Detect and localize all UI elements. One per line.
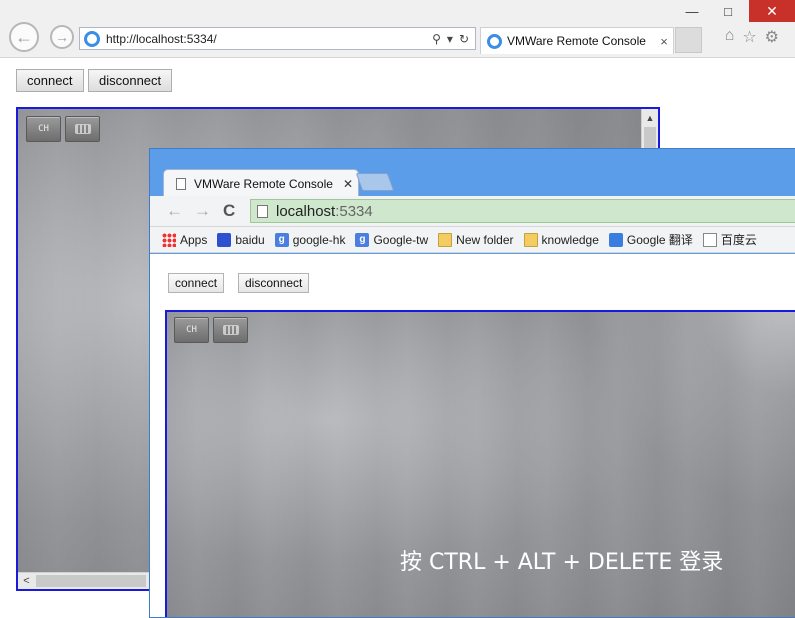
scroll-left-icon[interactable]: < — [18, 573, 35, 589]
bookmark-google-hk[interactable]: g google-hk — [274, 232, 346, 247]
language-button[interactable]: CH — [174, 317, 209, 343]
scroll-thumb[interactable] — [36, 575, 146, 587]
settings-gear-icon[interactable]: ⚙ — [765, 27, 779, 47]
bookmarks-bar: Apps baidu g google-hk g Google-tw New fol… — [150, 227, 795, 253]
refresh-icon[interactable]: ↻ — [459, 32, 469, 46]
minimize-button[interactable]: — — [677, 0, 707, 22]
reload-icon[interactable]: C — [223, 201, 235, 221]
tab-vmware-remote-console[interactable]: VMWare Remote Console ✕ — [163, 169, 359, 197]
bookmark-label: New folder — [456, 232, 514, 247]
new-tab-button[interactable] — [675, 27, 702, 53]
bookmark-baidu[interactable]: baidu — [217, 232, 265, 247]
login-prompt: 按 CTRL + ALT + DELETE 登录 — [400, 550, 724, 575]
language-button[interactable]: CH — [26, 116, 61, 142]
bookmark-label: Google 翻译 — [626, 233, 693, 247]
ie-logo-icon — [84, 30, 100, 47]
dropdown-icon[interactable]: ▾ — [447, 32, 453, 46]
bookmark-baidu-cloud[interactable]: 百度云 — [702, 231, 757, 248]
scroll-up-icon[interactable]: ▲ — [642, 109, 658, 126]
address-bar[interactable]: http://localhost:5334/ ⚲ ▾ ↻ — [79, 27, 476, 50]
tab-title: VMWare Remote Console — [194, 176, 333, 191]
google-icon: g — [355, 232, 370, 247]
maximize-button[interactable]: □ — [713, 0, 743, 22]
remote-chrome-window[interactable]: VMWare Remote Console ✕ ← → C localhost:… — [149, 148, 795, 618]
page-icon — [176, 177, 186, 190]
folder-icon — [438, 232, 453, 247]
keyboard-icon — [74, 124, 91, 134]
back-icon[interactable]: ← — [9, 22, 39, 52]
disconnect-button[interactable]: disconnect — [88, 69, 173, 92]
bookmark-apps[interactable]: Apps — [162, 232, 208, 247]
back-icon[interactable]: ← — [166, 201, 183, 221]
bookmark-label: google-hk — [292, 232, 346, 247]
bookmark-google-tw[interactable]: g Google-tw — [355, 232, 429, 247]
omnibox-host[interactable]: localhost — [276, 203, 335, 220]
google-translate-icon — [608, 232, 623, 247]
address-url[interactable]: http://localhost:5334/ — [106, 32, 432, 46]
keyboard-button[interactable] — [213, 317, 248, 343]
connect-button[interactable]: connect — [168, 273, 225, 293]
keyboard-button[interactable] — [65, 116, 100, 142]
bookmark-google-translate[interactable]: Google 翻译 — [608, 231, 693, 248]
omnibox-port[interactable]: :5334 — [335, 203, 373, 220]
bookmark-label: Apps — [180, 232, 208, 247]
disconnect-button[interactable]: disconnect — [238, 273, 310, 293]
close-tab-icon[interactable]: ✕ — [338, 177, 358, 191]
bookmark-label: baidu — [235, 232, 265, 247]
page-icon — [257, 204, 268, 218]
baidu-paw-icon — [217, 232, 232, 247]
nested-remote-console-screen[interactable]: CH 按 CTRL + ALT + DELETE 登录 — [165, 310, 795, 617]
bookmark-new-folder[interactable]: New folder — [438, 232, 514, 247]
forward-icon[interactable]: → — [50, 25, 74, 49]
keyboard-icon — [222, 325, 239, 335]
ie-logo-icon — [487, 33, 502, 49]
bookmark-label: knowledge — [541, 232, 599, 247]
home-icon[interactable]: ⌂ — [725, 27, 735, 47]
chrome-toolbar: ← → C localhost:5334 — [150, 196, 795, 227]
new-tab-button[interactable] — [355, 173, 395, 191]
close-window-button[interactable]: ✕ — [749, 0, 795, 22]
document-icon — [702, 232, 717, 247]
search-icon[interactable]: ⚲ — [432, 32, 441, 46]
folder-icon — [523, 232, 538, 247]
connect-button[interactable]: connect — [16, 69, 84, 92]
favorites-star-icon[interactable]: ☆ — [742, 27, 756, 47]
chrome-page-content: connect disconnect CH 按 CTRL + ALT + DEL… — [150, 254, 795, 617]
bookmark-knowledge[interactable]: knowledge — [523, 232, 599, 247]
omnibox[interactable]: localhost:5334 — [250, 199, 795, 223]
tab-vmware-remote-console[interactable]: VMWare Remote Console × — [480, 27, 674, 54]
forward-icon[interactable]: → — [194, 201, 211, 221]
tab-title: VMWare Remote Console — [507, 34, 646, 48]
google-icon: g — [274, 232, 289, 247]
apps-grid-icon — [162, 232, 176, 247]
bookmark-label: Google-tw — [373, 232, 429, 247]
ie-window-chrome: — □ ✕ ← → http://localhost:5334/ ⚲ ▾ ↻ V… — [0, 0, 795, 58]
close-tab-icon[interactable]: × — [655, 34, 673, 49]
bookmark-label: 百度云 — [720, 233, 757, 247]
